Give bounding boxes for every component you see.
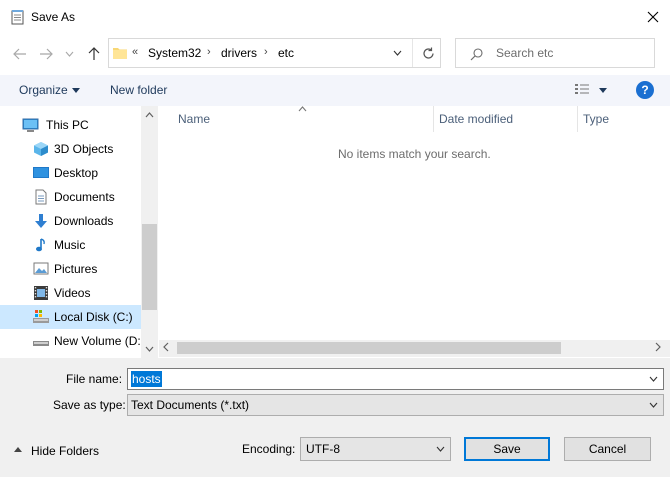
sidebar-item-label: Pictures: [54, 262, 98, 276]
music-icon: [33, 237, 49, 253]
sidebar-item-label: Downloads: [54, 214, 114, 228]
chevron-down-icon[interactable]: [644, 372, 662, 386]
collapse-arrow-icon[interactable]: [14, 447, 22, 452]
column-header-date-modified[interactable]: Date modified: [439, 112, 513, 134]
sidebar-item-videos[interactable]: Videos: [0, 281, 141, 305]
cancel-button[interactable]: Cancel: [564, 437, 651, 461]
folder-icon: [113, 46, 127, 59]
file-name-label: File name:: [66, 372, 123, 386]
scrollbar-thumb[interactable]: [142, 224, 157, 310]
breadcrumb-system32[interactable]: System32: [148, 46, 201, 60]
save-as-type-select[interactable]: Text Documents (*.txt): [127, 394, 664, 416]
pictures-icon: [33, 261, 49, 277]
scroll-right-icon[interactable]: [655, 341, 661, 356]
back-arrow-icon[interactable]: [10, 44, 30, 64]
refresh-icon[interactable]: [419, 44, 437, 62]
dropdown-arrow-icon[interactable]: [72, 88, 80, 93]
sidebar-item-label: Desktop: [54, 166, 99, 180]
file-name-value[interactable]: hosts: [131, 371, 162, 387]
sidebar-item-label: This PC: [46, 118, 89, 132]
chevron-down-icon[interactable]: [62, 44, 76, 64]
drive-icon: [33, 309, 49, 325]
toolbar: Organize New folder ?: [0, 75, 670, 106]
sidebar-item-label: Documents: [54, 190, 115, 204]
desktop-icon: [33, 165, 49, 181]
chevron-down-icon[interactable]: [644, 398, 662, 412]
search-box[interactable]: Search etc: [455, 38, 655, 68]
organize-button[interactable]: Organize: [19, 83, 68, 97]
download-icon: [33, 213, 49, 229]
cube-icon: [33, 141, 49, 157]
drive-icon: [33, 333, 49, 349]
encoding-label: Encoding:: [242, 442, 296, 456]
help-icon[interactable]: ?: [636, 81, 654, 99]
sidebar-item-this-pc[interactable]: This PC: [0, 113, 141, 137]
sidebar-item-new-volume-d[interactable]: New Volume (D:: [0, 329, 141, 353]
chevron-down-icon[interactable]: [387, 45, 407, 61]
computer-icon: [22, 117, 39, 133]
dropdown-arrow-icon[interactable]: [599, 88, 607, 93]
breadcrumb-separator[interactable]: ›: [264, 46, 268, 58]
save-form: File name: hosts Save as type: Text Docu…: [0, 358, 670, 477]
search-input[interactable]: Search etc: [496, 46, 553, 60]
view-details-icon[interactable]: [574, 83, 590, 97]
scroll-down-icon[interactable]: [141, 342, 158, 356]
sort-ascending-icon: [298, 104, 307, 114]
sidebar-item-label: Music: [54, 238, 86, 252]
column-divider[interactable]: [433, 106, 434, 132]
close-icon[interactable]: [640, 4, 666, 30]
hide-folders-button[interactable]: Hide Folders: [31, 444, 99, 458]
scroll-up-icon[interactable]: [141, 108, 158, 122]
encoding-value: UTF-8: [306, 442, 340, 456]
save-as-type-label: Save as type:: [53, 398, 126, 412]
sidebar-item-documents[interactable]: Documents: [0, 185, 141, 209]
sidebar-item-downloads[interactable]: Downloads: [0, 209, 141, 233]
notepad-icon: [11, 9, 25, 25]
vertical-scrollbar[interactable]: [141, 106, 158, 358]
videos-icon: [33, 285, 49, 301]
file-name-field[interactable]: hosts: [127, 368, 664, 390]
encoding-select[interactable]: UTF-8: [300, 437, 451, 461]
new-folder-button[interactable]: New folder: [110, 83, 167, 97]
breadcrumb-separator[interactable]: ›: [207, 46, 211, 58]
document-icon: [33, 189, 49, 205]
file-list[interactable]: Name Date modified Type No items match y…: [159, 106, 670, 358]
window-title: Save As: [31, 10, 76, 24]
sidebar-item-label: Videos: [54, 286, 91, 300]
column-header-type[interactable]: Type: [583, 112, 609, 134]
sidebar-item-local-disk-c[interactable]: Local Disk (C:): [0, 305, 141, 329]
save-button[interactable]: Save: [464, 437, 550, 461]
sidebar-item-music[interactable]: Music: [0, 233, 141, 257]
column-divider[interactable]: [577, 106, 578, 132]
scroll-left-icon[interactable]: [163, 341, 169, 356]
sidebar-item-label: New Volume (D:: [54, 334, 141, 348]
address-bar[interactable]: « System32 › drivers › etc: [108, 38, 441, 68]
save-as-type-value: Text Documents (*.txt): [131, 398, 250, 412]
up-arrow-icon[interactable]: [84, 44, 104, 64]
breadcrumb-drivers[interactable]: drivers: [221, 46, 257, 60]
scrollbar-thumb[interactable]: [177, 342, 561, 354]
breadcrumb-etc[interactable]: etc: [278, 46, 294, 60]
chevron-down-icon[interactable]: [431, 442, 449, 456]
breadcrumb-overflow[interactable]: «: [132, 46, 138, 58]
sidebar-item-label: 3D Objects: [54, 142, 114, 156]
sidebar-item-label: Local Disk (C:): [54, 310, 133, 324]
title-bar: Save As: [0, 0, 670, 34]
divider: [412, 39, 413, 67]
sidebar-item-desktop[interactable]: Desktop: [0, 161, 141, 185]
sidebar-item-3d-objects[interactable]: 3D Objects: [0, 137, 141, 161]
forward-arrow-icon[interactable]: [36, 44, 56, 64]
empty-message: No items match your search.: [338, 147, 491, 161]
search-icon: [470, 47, 484, 61]
column-header-name[interactable]: Name: [178, 112, 210, 134]
horizontal-scrollbar[interactable]: [159, 340, 670, 357]
sidebar-item-pictures[interactable]: Pictures: [0, 257, 141, 281]
navigation-pane: This PC 3D Objects Desktop Documents Dow…: [0, 106, 158, 358]
